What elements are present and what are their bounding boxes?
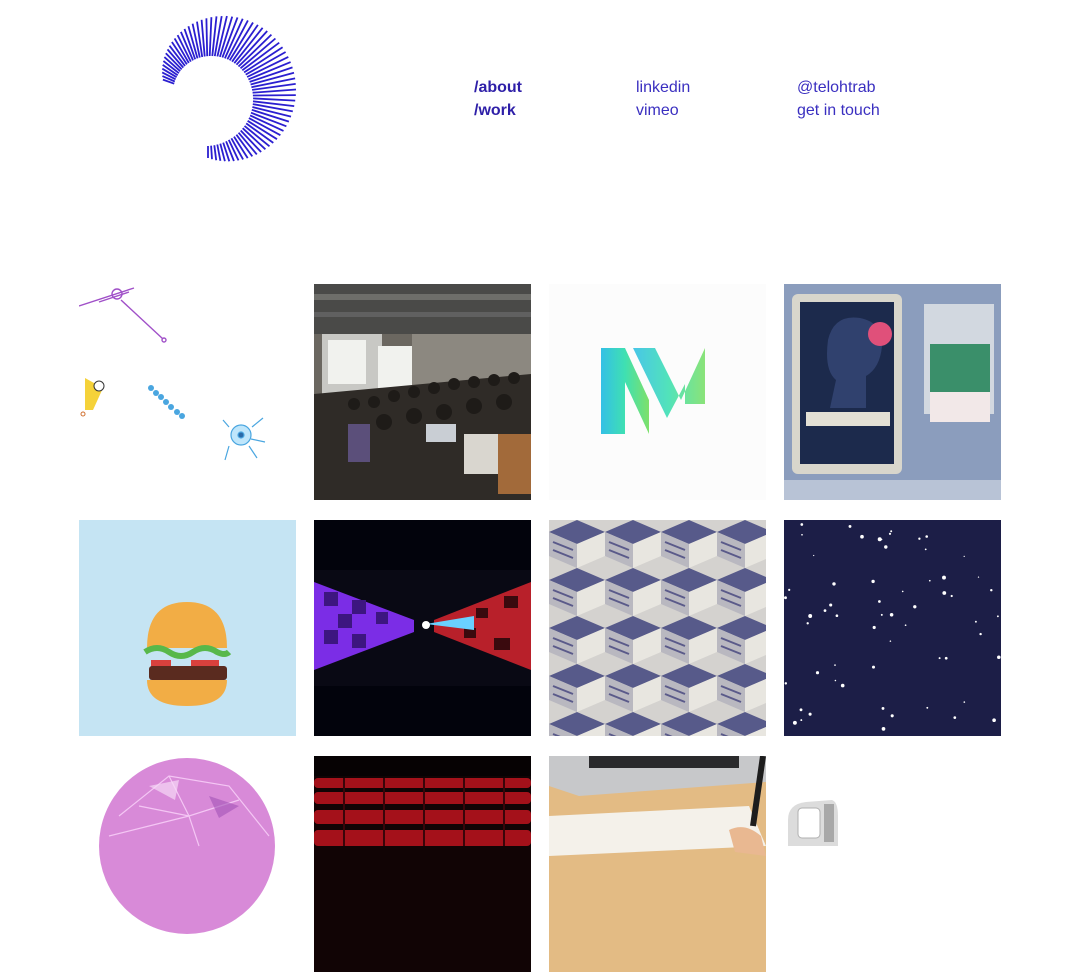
get-in-touch-link[interactable]: get in touch: [797, 99, 880, 122]
project-tile-tunnel[interactable]: [314, 520, 531, 736]
project-tile-cubes[interactable]: [549, 520, 766, 736]
social-nav: linkedin vimeo: [636, 76, 690, 122]
m-logo-thumbnail: [549, 284, 766, 500]
project-tile-starfield[interactable]: [784, 520, 1001, 736]
project-tile-m-logo[interactable]: [549, 284, 766, 500]
project-tile-crystal[interactable]: [79, 756, 296, 972]
project-tile-sketch[interactable]: [79, 284, 296, 500]
primary-nav: /about /work: [474, 76, 522, 122]
project-tile-metro-poster[interactable]: [784, 284, 1001, 500]
logo-mark-icon: [130, 12, 300, 162]
burger-illustration-thumbnail: [79, 520, 296, 736]
nav-work-link[interactable]: /work: [474, 99, 522, 122]
isometric-cubes-thumbnail: [549, 520, 766, 736]
project-tile-burger[interactable]: [79, 520, 296, 736]
metro-poster-thumbnail: [784, 284, 1001, 500]
crystal-sphere-thumbnail: [79, 756, 296, 972]
laptop-desk-thumbnail: [549, 756, 766, 972]
device-photo-thumbnail: [784, 756, 1001, 972]
contact-nav: @telohtrab get in touch: [797, 76, 880, 122]
theater-seats-thumbnail: [314, 756, 531, 972]
project-tile-conference[interactable]: [314, 284, 531, 500]
twitter-handle-link[interactable]: @telohtrab: [797, 76, 880, 99]
conference-photo-thumbnail: [314, 284, 531, 500]
vimeo-link[interactable]: vimeo: [636, 99, 690, 122]
starfield-thumbnail: [784, 520, 1001, 736]
project-tile-laptop[interactable]: [549, 756, 766, 972]
site-logo[interactable]: [130, 12, 300, 162]
sketch-illustration-thumbnail: [79, 284, 296, 500]
tunnel-render-thumbnail: [314, 520, 531, 736]
project-tile-device[interactable]: [784, 756, 1001, 972]
project-tile-theater[interactable]: [314, 756, 531, 972]
linkedin-link[interactable]: linkedin: [636, 76, 690, 99]
nav-about-link[interactable]: /about: [474, 76, 522, 99]
